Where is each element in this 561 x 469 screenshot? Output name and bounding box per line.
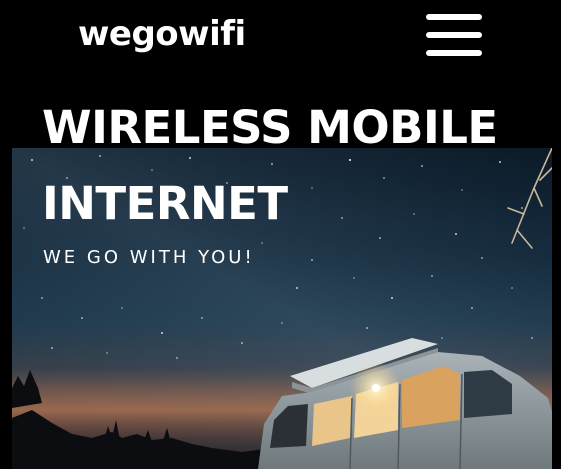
- hamburger-menu-icon[interactable]: [426, 14, 482, 56]
- hero-title-line-2: INTERNET: [42, 177, 288, 230]
- menu-bar-bottom: [426, 50, 482, 56]
- menu-bar-top: [426, 14, 482, 20]
- menu-bar-middle: [426, 32, 482, 38]
- site-logo[interactable]: wegowifi: [78, 12, 246, 56]
- hero-title-line-1: WIRELESS MOBILE: [42, 101, 498, 154]
- hero-subtitle: WE GO WITH YOU!: [43, 247, 255, 268]
- site-header: wegowifi: [0, 0, 561, 80]
